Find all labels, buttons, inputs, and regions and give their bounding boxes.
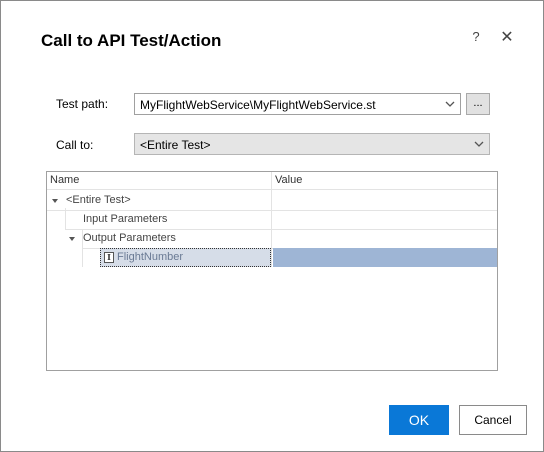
table-row[interactable]: I FlightNumber xyxy=(47,248,497,267)
expand-arrow-icon[interactable] xyxy=(52,199,58,203)
row-name: Input Parameters xyxy=(83,213,168,225)
parameters-grid[interactable]: Name Value <Entire Test> Input Parameter… xyxy=(46,171,498,371)
column-header-value[interactable]: Value xyxy=(275,172,302,189)
call-to-combo[interactable]: <Entire Test> xyxy=(134,133,490,155)
row-name: FlightNumber xyxy=(117,251,184,263)
test-path-combo[interactable]: MyFlightWebService\MyFlightWebService.st xyxy=(134,93,461,115)
table-row[interactable]: Output Parameters xyxy=(47,229,497,248)
row-value[interactable] xyxy=(273,248,497,267)
test-path-label: Test path: xyxy=(56,97,109,111)
call-to-api-dialog: Call to API Test/Action ? ✕ Test path: M… xyxy=(0,0,544,452)
row-name: <Entire Test> xyxy=(66,194,131,206)
help-button[interactable]: ? xyxy=(466,29,486,49)
close-button[interactable]: ✕ xyxy=(497,27,517,47)
table-row[interactable]: Input Parameters xyxy=(47,210,497,229)
row-name: Output Parameters xyxy=(83,232,176,244)
chevron-down-icon xyxy=(474,141,484,147)
parameter-icon: I xyxy=(104,252,114,263)
browse-button[interactable]: ... xyxy=(466,93,490,115)
call-to-value: <Entire Test> xyxy=(140,138,211,152)
test-path-value: MyFlightWebService\MyFlightWebService.st xyxy=(140,98,376,112)
cancel-button[interactable]: Cancel xyxy=(459,405,527,435)
close-icon: ✕ xyxy=(500,29,514,46)
expand-arrow-icon[interactable] xyxy=(69,237,75,241)
call-to-label: Call to: xyxy=(56,138,94,152)
dialog-title: Call to API Test/Action xyxy=(41,31,222,50)
table-row[interactable]: <Entire Test> xyxy=(47,191,497,210)
ok-button[interactable]: OK xyxy=(389,405,449,435)
chevron-down-icon xyxy=(445,101,455,107)
column-header-name[interactable]: Name xyxy=(50,172,79,189)
